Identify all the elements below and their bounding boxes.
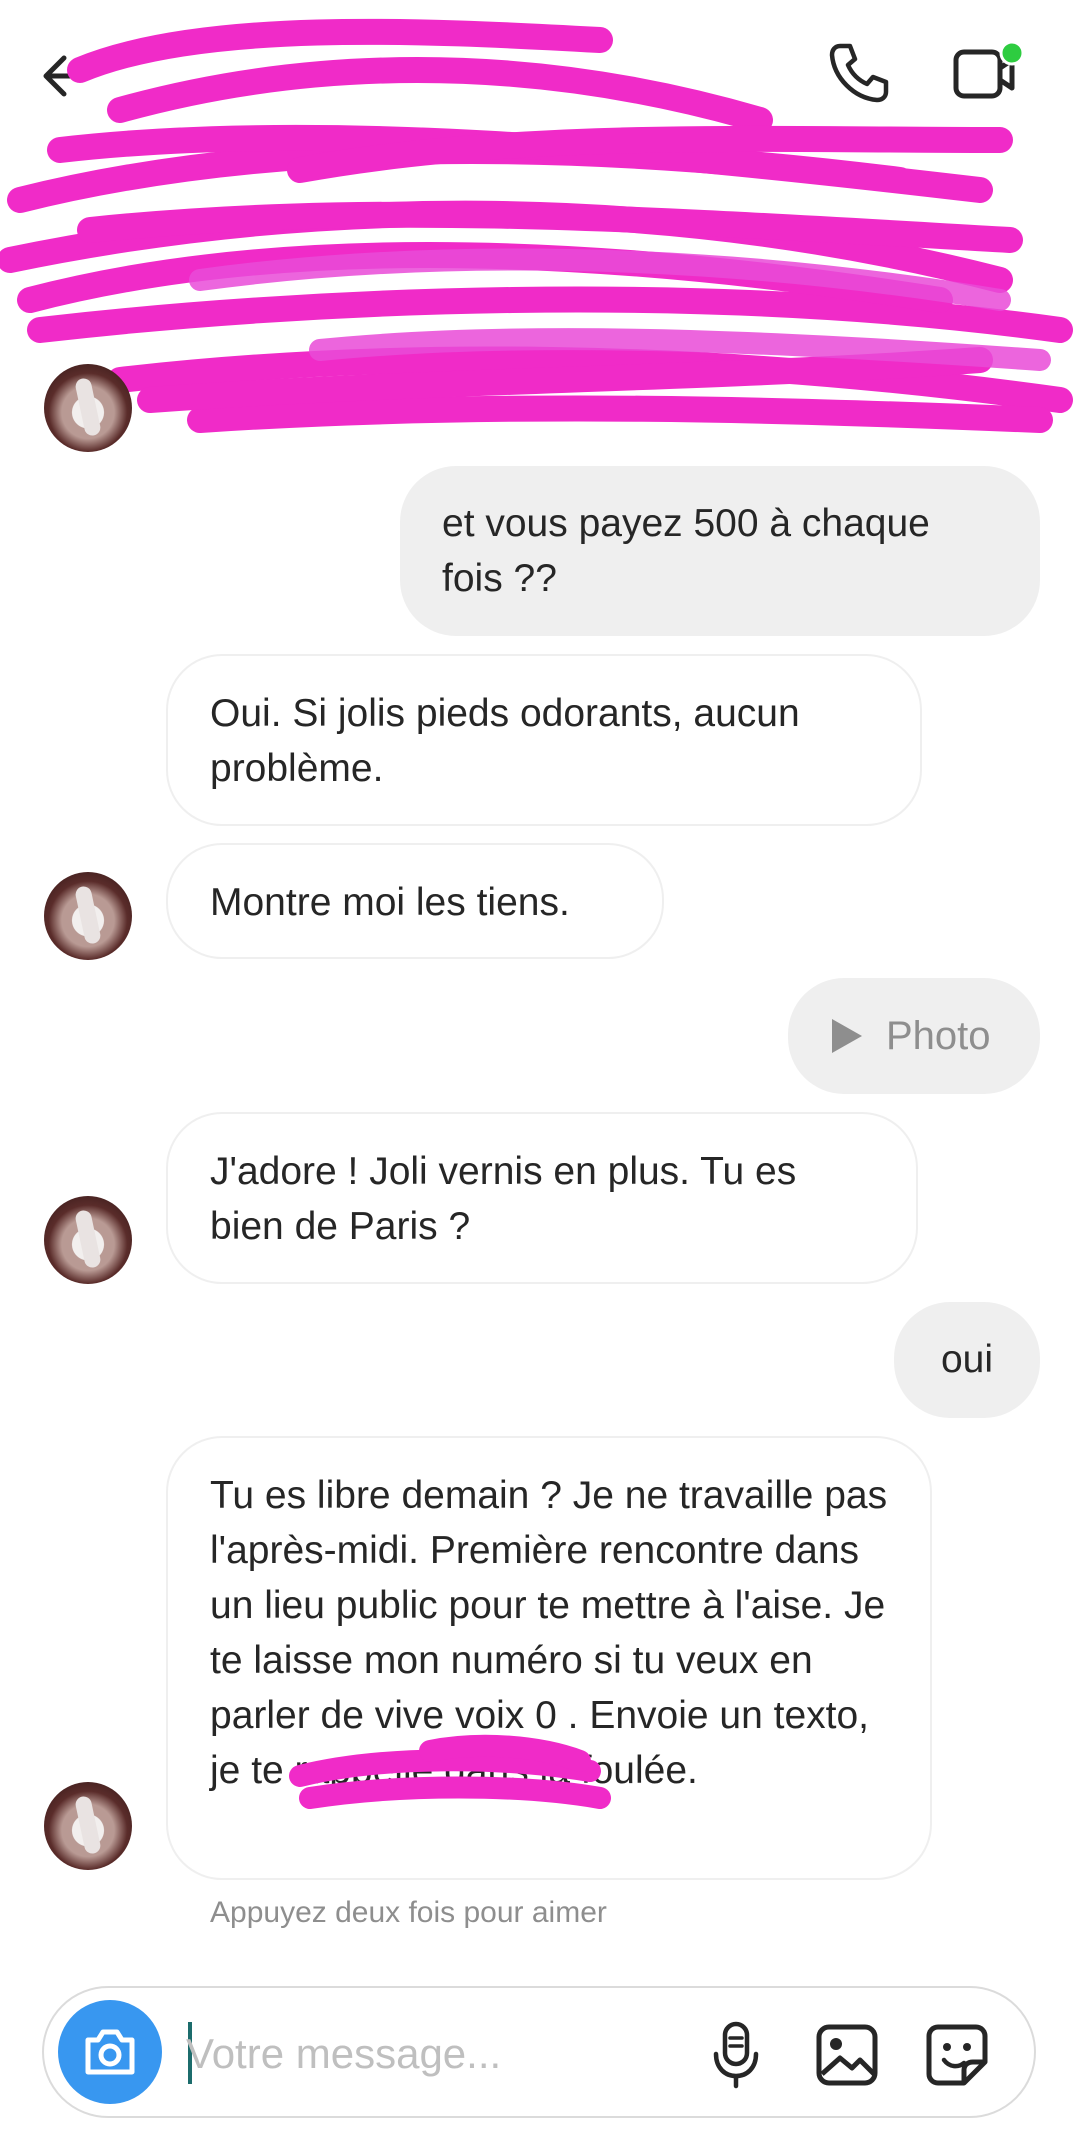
photo-message[interactable]: Photo (788, 978, 1040, 1094)
phone-number-redaction (289, 1734, 611, 1809)
avatar[interactable] (44, 872, 132, 960)
message-bubble-received[interactable]: Oui. Si jolis pieds odorants, aucun prob… (166, 654, 922, 826)
message-bubble-sent[interactable]: oui (894, 1302, 1040, 1418)
message-bubble-sent[interactable]: et vous payez 500 à chaque fois ?? (400, 466, 1040, 636)
message-bubble-received[interactable]: J'adore ! Joli vernis en plus. Tu es bie… (166, 1112, 918, 1284)
redaction-scribble (0, 18, 1073, 433)
double-tap-hint: Appuyez deux fois pour aimer (210, 1896, 607, 1929)
camera-icon (85, 2029, 135, 2075)
message-bubble-received[interactable]: Montre moi les tiens. (166, 843, 664, 959)
chat-screen: et vous payez 500 à chaque fois ?? Oui. … (0, 0, 1080, 2145)
photo-label: Photo (886, 1013, 991, 1058)
microphone-icon[interactable] (706, 2020, 766, 2090)
sticker-icon[interactable] (924, 2022, 990, 2088)
message-input[interactable] (184, 2018, 708, 2090)
message-composer (42, 1986, 1036, 2118)
avatar[interactable] (44, 364, 132, 452)
play-icon (832, 1019, 862, 1053)
avatar[interactable] (44, 1782, 132, 1870)
avatar[interactable] (44, 1196, 132, 1284)
camera-button[interactable] (58, 2000, 162, 2104)
image-icon[interactable] (814, 2022, 880, 2088)
